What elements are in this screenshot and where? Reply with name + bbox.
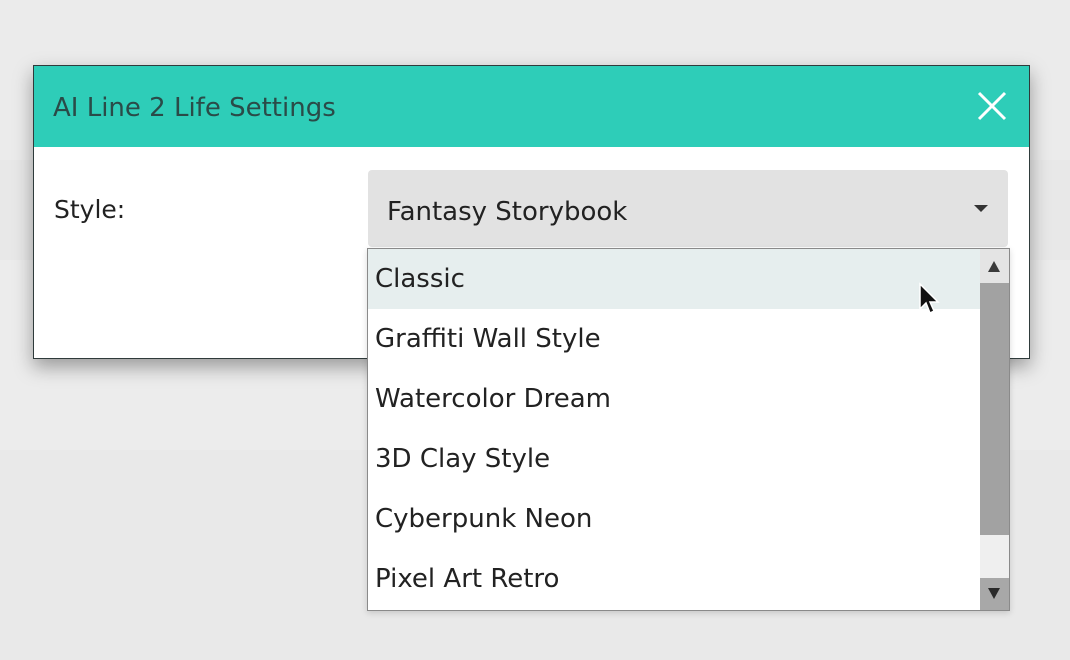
dropdown-option-cyberpunk-neon[interactable]: Cyberpunk Neon: [368, 489, 980, 549]
dropdown-option-graffiti-wall-style[interactable]: Graffiti Wall Style: [368, 309, 980, 369]
dropdown-option-watercolor-dream[interactable]: Watercolor Dream: [368, 369, 980, 429]
option-label: 3D Clay Style: [375, 444, 551, 474]
style-dropdown-list: Classic Graffiti Wall Style Watercolor D…: [367, 248, 1010, 611]
dropdown-option-pixel-art-retro[interactable]: Pixel Art Retro: [368, 549, 980, 609]
dialog-title: AI Line 2 Life Settings: [53, 93, 336, 123]
style-label: Style:: [54, 195, 126, 224]
scroll-down-button[interactable]: [980, 578, 1009, 610]
option-label: Watercolor Dream: [375, 384, 611, 414]
style-select-value: Fantasy Storybook: [387, 197, 628, 227]
option-label: Classic: [375, 264, 465, 294]
scroll-track[interactable]: [980, 283, 1009, 535]
scroll-thumb[interactable]: [980, 535, 1009, 578]
scroll-up-button[interactable]: [980, 249, 1009, 283]
dropdown-option-3d-clay-style[interactable]: 3D Clay Style: [368, 429, 980, 489]
option-label: Cyberpunk Neon: [375, 504, 593, 534]
mouse-cursor-icon: [919, 282, 940, 315]
dropdown-scrollbar[interactable]: [980, 249, 1009, 610]
option-label: Pixel Art Retro: [375, 564, 560, 594]
close-icon: [977, 91, 1007, 121]
option-label: Graffiti Wall Style: [375, 324, 601, 354]
dropdown-option-classic[interactable]: Classic: [368, 249, 980, 309]
dialog-titlebar: AI Line 2 Life Settings: [34, 66, 1029, 147]
close-button[interactable]: [972, 86, 1012, 126]
style-select[interactable]: Fantasy Storybook: [368, 170, 1008, 247]
chevron-down-icon: [974, 205, 988, 212]
